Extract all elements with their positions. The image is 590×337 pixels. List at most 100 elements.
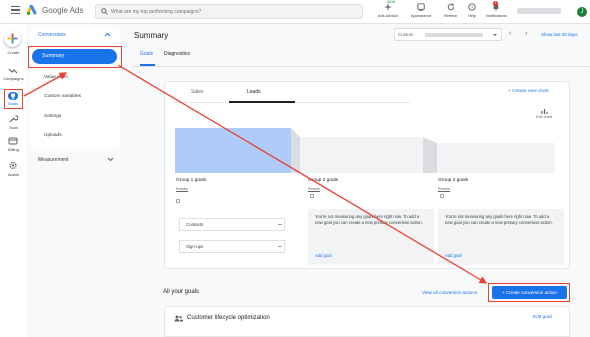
ads-advisor-label: Ads Advisor bbox=[378, 14, 399, 18]
bar-chart-icon bbox=[540, 109, 548, 114]
group-1-results-link[interactable]: Results bbox=[176, 187, 188, 191]
left-rail: Create Campaigns Goals Tools Billing Adm… bbox=[0, 24, 27, 337]
rail-admin-label[interactable]: Admin bbox=[0, 172, 27, 177]
goals-funnel-chart bbox=[175, 128, 555, 173]
caret-down-icon bbox=[493, 34, 497, 36]
refresh-icon bbox=[447, 3, 454, 11]
goal-card-customer-lifecycle: Customer lifecycle optimization Edit goa… bbox=[164, 306, 570, 337]
subnav-item-value-rules[interactable]: Value rules bbox=[44, 75, 68, 80]
help-button[interactable]: ? Help bbox=[468, 3, 476, 18]
credit-card-icon[interactable] bbox=[8, 137, 18, 145]
previous-period-button[interactable]: ‹ bbox=[509, 30, 511, 37]
group-2-bar bbox=[300, 137, 423, 173]
ads-advisor-button[interactable]: NEW Ads Advisor bbox=[378, 0, 399, 18]
group-3-results-link[interactable]: Results bbox=[438, 187, 450, 191]
all-goals-heading: All your goals bbox=[163, 289, 200, 295]
date-range-picker[interactable]: Custom bbox=[394, 28, 502, 41]
date-range-label: Custom bbox=[398, 32, 414, 37]
show-last-30-days-link[interactable]: Show last 30 days bbox=[541, 32, 578, 37]
create-conversion-action-button[interactable]: + Create conversion action bbox=[492, 286, 567, 299]
group-2-title: Group 2 goals bbox=[308, 178, 339, 183]
chevron-up-icon[interactable] bbox=[104, 32, 111, 37]
goal-row-sign-ups[interactable]: Sign-ups bbox=[179, 240, 285, 253]
refresh-button[interactable]: Refresh bbox=[444, 3, 457, 18]
goal-card-name: Customer lifecycle optimization bbox=[187, 315, 270, 321]
google-ads-logo-icon bbox=[27, 5, 37, 16]
people-icon bbox=[174, 315, 183, 322]
group-3-add-goal-link[interactable]: Add goal bbox=[445, 253, 462, 259]
chart-tab-leads[interactable]: Leads bbox=[247, 89, 261, 95]
header-divider bbox=[132, 66, 590, 67]
group-1-title: Group 1 goals bbox=[176, 178, 207, 183]
chevron-down-icon[interactable] bbox=[107, 157, 114, 162]
svg-text:?: ? bbox=[471, 5, 474, 11]
help-label: Help bbox=[468, 14, 476, 18]
group-3-title: Group 3 goals bbox=[438, 178, 469, 183]
advisor-new-badge: NEW bbox=[387, 0, 396, 4]
view-all-conversion-actions-link[interactable]: View all conversion actions bbox=[422, 290, 477, 295]
rail-goals-label: Goals bbox=[7, 101, 19, 106]
group-3-empty-note: You're not measuring any goals here righ… bbox=[438, 209, 564, 265]
group-2-empty-text: You're not measuring any goals here righ… bbox=[315, 214, 423, 225]
tab-goals[interactable]: Goals bbox=[140, 51, 153, 57]
trophy-icon bbox=[11, 93, 15, 100]
notifications-label: Notifications bbox=[486, 14, 507, 18]
edit-goal-link[interactable]: Edit goal bbox=[533, 315, 552, 320]
create-button[interactable] bbox=[4, 30, 21, 47]
group-3-bar bbox=[437, 143, 555, 173]
appearance-button[interactable]: Appearance bbox=[411, 3, 431, 18]
subnav-item-uploads[interactable]: Uploads bbox=[44, 133, 62, 138]
next-period-button[interactable]: › bbox=[525, 30, 527, 37]
rail-goals-item[interactable]: Goals bbox=[4, 89, 23, 109]
subnav-item-summary[interactable]: Summary bbox=[32, 49, 117, 64]
create-new-chart-link[interactable]: + Create new chart bbox=[508, 89, 549, 94]
rail-tools-label[interactable]: Tools bbox=[0, 125, 27, 130]
subnav-section-measurement[interactable]: Measurement bbox=[38, 157, 69, 163]
subnav-item-custom-variables[interactable]: Custom variables bbox=[44, 94, 81, 99]
brand-name: Google Ads bbox=[42, 6, 84, 15]
group-2-icon bbox=[310, 194, 314, 198]
date-range-value-redacted bbox=[425, 33, 483, 37]
group-1-bar bbox=[175, 128, 291, 173]
group-3-icon bbox=[440, 194, 444, 198]
tab-diagnostics[interactable]: Diagnostics bbox=[164, 51, 190, 57]
sparkle-icon bbox=[384, 3, 393, 11]
gear-icon[interactable] bbox=[8, 161, 18, 170]
edit-chart-button[interactable]: Edit chart bbox=[536, 108, 552, 119]
page-title: Summary bbox=[134, 31, 169, 40]
menu-icon[interactable] bbox=[11, 6, 20, 15]
goal-row-sign-ups-label: Sign-ups bbox=[186, 244, 204, 249]
plus-icon bbox=[7, 33, 18, 44]
group-3-empty-text: You're not measuring any goals here righ… bbox=[445, 214, 553, 225]
group-2-results-link[interactable]: Results bbox=[308, 187, 320, 191]
appearance-label: Appearance bbox=[411, 14, 432, 18]
notification-count-badge: 1 bbox=[493, 1, 498, 6]
chart-tab-active-underline bbox=[229, 101, 295, 103]
rail-campaigns-label[interactable]: Campaigns bbox=[0, 76, 27, 81]
goal-row-contacts-handle bbox=[278, 224, 282, 226]
help-icon: ? bbox=[468, 3, 476, 11]
avatar[interactable]: J bbox=[577, 7, 587, 17]
group-2-add-goal-link[interactable]: Add goal bbox=[315, 253, 332, 259]
conversions-section-header[interactable]: Conversions bbox=[38, 32, 66, 38]
top-bar: Google Ads NEW Ads Advisor Appearance Re… bbox=[0, 0, 590, 24]
chart-tab-sales[interactable]: Sales bbox=[191, 89, 204, 95]
search-icon bbox=[101, 8, 108, 15]
group-2-empty-note: You're not measuring any goals here righ… bbox=[308, 209, 434, 265]
appearance-icon bbox=[417, 3, 425, 11]
goal-row-contacts[interactable]: Contacts bbox=[179, 218, 285, 231]
group-2-connector bbox=[423, 137, 437, 173]
goal-row-contacts-label: Contacts bbox=[186, 222, 204, 227]
wrench-icon[interactable] bbox=[8, 115, 18, 123]
subnav-item-settings[interactable]: Settings bbox=[44, 114, 61, 119]
goal-row-sign-ups-handle bbox=[278, 246, 282, 248]
search-input[interactable] bbox=[111, 7, 351, 17]
account-name-redacted[interactable] bbox=[517, 8, 561, 14]
search-bar[interactable] bbox=[95, 4, 363, 19]
group-1-connector bbox=[291, 128, 300, 173]
group-1-icon bbox=[176, 199, 180, 203]
rail-create-label: Create bbox=[7, 50, 20, 55]
notifications-button[interactable]: 1 Notifications bbox=[486, 1, 507, 18]
rail-billing-label[interactable]: Billing bbox=[0, 147, 27, 152]
campaigns-icon[interactable] bbox=[8, 67, 18, 75]
